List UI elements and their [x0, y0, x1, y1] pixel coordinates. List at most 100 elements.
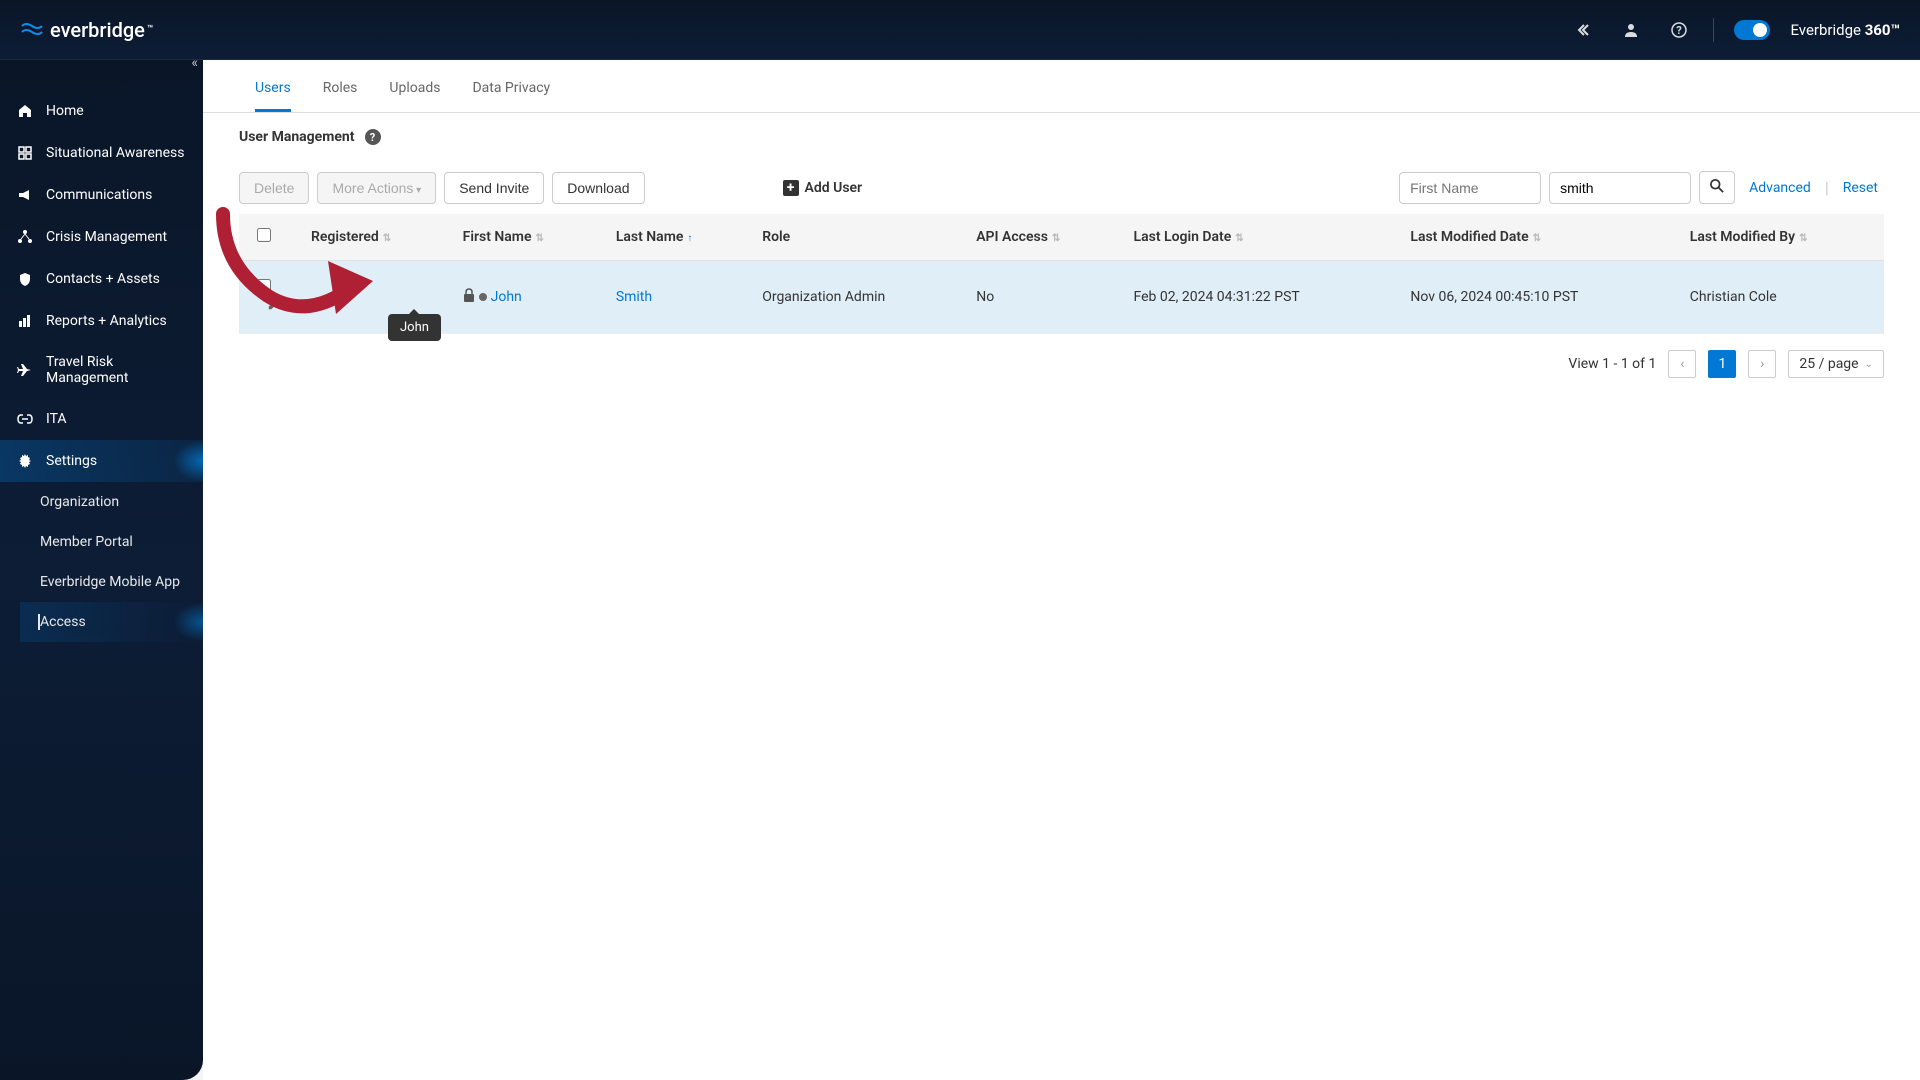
shield-icon: [16, 270, 34, 288]
help-icon[interactable]: ?: [1665, 16, 1693, 44]
sidebar-collapse-icon[interactable]: «: [191, 60, 198, 71]
sidebar-subitem-organization[interactable]: Organization: [20, 482, 203, 522]
sort-icon: ⇅: [1235, 233, 1243, 244]
header-role[interactable]: Role: [750, 214, 964, 261]
row-checkbox[interactable]: [257, 279, 271, 293]
sidebar-item-label: Situational Awareness: [46, 145, 185, 161]
sort-icon: ⇅: [1052, 233, 1060, 244]
header-divider: [1713, 18, 1714, 42]
users-table: Registered⇅ First Name⇅ Last Name↑ Role …: [239, 214, 1884, 334]
cell-last-modified-date: Nov 06, 2024 00:45:10 PST: [1398, 261, 1677, 334]
edit-icon[interactable]: [267, 299, 281, 315]
sidebar-item-label: Reports + Analytics: [46, 313, 167, 329]
more-actions-button[interactable]: More Actions: [317, 172, 436, 204]
sidebar-item-home[interactable]: Home: [0, 90, 203, 132]
main-content: Users Roles Uploads Data Privacy User Ma…: [203, 60, 1920, 1080]
header-api-access[interactable]: API Access⇅: [964, 214, 1121, 261]
sidebar-item-reports-analytics[interactable]: Reports + Analytics: [0, 300, 203, 342]
sidebar-item-label: Settings: [46, 453, 97, 469]
add-user-button[interactable]: + Add User: [783, 180, 863, 196]
prev-page-button[interactable]: ‹: [1668, 350, 1696, 378]
help-icon[interactable]: ?: [365, 129, 381, 145]
sidebar-subitem-access[interactable]: Access: [20, 602, 203, 642]
cell-last-name: Smith: [604, 261, 750, 334]
cell-last-login: Feb 02, 2024 04:31:22 PST: [1122, 261, 1399, 334]
download-button[interactable]: Download: [552, 172, 644, 204]
sort-icon: ↑: [687, 233, 692, 244]
chevron-down-icon: ⌄: [1865, 359, 1873, 370]
user-icon[interactable]: [1617, 16, 1645, 44]
search-icon: [1710, 179, 1724, 193]
chart-icon: [16, 312, 34, 330]
table-row[interactable]: John Smith Organization Admin No Feb 02,…: [239, 261, 1884, 334]
link-icon: [16, 410, 34, 428]
tab-users[interactable]: Users: [239, 60, 307, 112]
last-name-input[interactable]: [1549, 172, 1691, 204]
header: everbridge ™ ? Everbridge 360™: [0, 0, 1920, 60]
logo[interactable]: everbridge ™: [20, 18, 153, 42]
status-dot-icon: [479, 293, 487, 301]
sidebar: « Home Situational Awareness Communicati…: [0, 60, 203, 1080]
sidebar-item-label: ITA: [46, 411, 67, 427]
dashboard-icon: [16, 144, 34, 162]
header-first-name[interactable]: First Name⇅: [451, 214, 604, 261]
tab-data-privacy[interactable]: Data Privacy: [456, 60, 566, 112]
header-right: ? Everbridge 360™: [1569, 16, 1900, 44]
sidebar-item-label: Crisis Management: [46, 229, 167, 245]
cell-last-modified-by: Christian Cole: [1678, 261, 1884, 334]
sort-icon: ⇅: [1533, 233, 1541, 244]
plus-icon: +: [783, 180, 799, 196]
page-1-button[interactable]: 1: [1708, 350, 1736, 378]
search-button[interactable]: [1699, 171, 1735, 204]
page-size-select[interactable]: 25 / page ⌄: [1788, 350, 1884, 378]
tab-uploads[interactable]: Uploads: [373, 60, 456, 112]
tooltip: John: [388, 314, 441, 341]
cell-api-access: No: [964, 261, 1121, 334]
pagination: View 1 - 1 of 1 ‹ 1 › 25 / page ⌄: [203, 334, 1920, 394]
sidebar-item-crisis-management[interactable]: Crisis Management: [0, 216, 203, 258]
megaphone-icon: [16, 186, 34, 204]
sidebar-item-contacts-assets[interactable]: Contacts + Assets: [0, 258, 203, 300]
view-count-text: View 1 - 1 of 1: [1568, 356, 1656, 372]
delete-button[interactable]: Delete: [239, 172, 309, 204]
toggle-switch[interactable]: [1734, 20, 1770, 40]
header-last-modified-date[interactable]: Last Modified Date⇅: [1398, 214, 1677, 261]
last-name-link[interactable]: Smith: [616, 289, 652, 305]
table-wrap: Registered⇅ First Name⇅ Last Name↑ Role …: [203, 214, 1920, 334]
sidebar-item-travel-risk[interactable]: Travel Risk Management: [0, 342, 203, 398]
sidebar-item-situational-awareness[interactable]: Situational Awareness: [0, 132, 203, 174]
cell-first-name: John: [451, 261, 604, 334]
sidebar-subitem-label: Member Portal: [40, 534, 133, 550]
network-icon: [16, 228, 34, 246]
send-invite-button[interactable]: Send Invite: [444, 172, 544, 204]
header-registered[interactable]: Registered⇅: [299, 214, 451, 261]
sidebar-subitem-member-portal[interactable]: Member Portal: [20, 522, 203, 562]
sidebar-item-ita[interactable]: ITA: [0, 398, 203, 440]
header-last-modified-by[interactable]: Last Modified By⇅: [1678, 214, 1884, 261]
header-last-name[interactable]: Last Name↑: [604, 214, 750, 261]
sidebar-item-label: Contacts + Assets: [46, 271, 160, 287]
first-name-link[interactable]: John: [491, 289, 522, 305]
sidebar-subitem-label: Access: [40, 614, 86, 630]
cell-role: Organization Admin: [750, 261, 964, 334]
reset-link[interactable]: Reset: [1837, 180, 1884, 196]
tab-roles[interactable]: Roles: [307, 60, 374, 112]
logo-text: everbridge: [50, 18, 145, 42]
advanced-link[interactable]: Advanced: [1743, 180, 1817, 196]
sidebar-subitem-label: Organization: [40, 494, 119, 510]
first-name-input[interactable]: [1399, 172, 1541, 204]
sidebar-item-communications[interactable]: Communications: [0, 174, 203, 216]
header-checkbox[interactable]: [239, 214, 299, 261]
sort-icon: ⇅: [1799, 233, 1807, 244]
sort-icon: ⇅: [383, 233, 391, 244]
sidebar-subitem-label: Everbridge Mobile App: [40, 574, 180, 590]
lock-icon: [463, 288, 475, 306]
toolbar: Delete More Actions Send Invite Download…: [203, 161, 1920, 214]
sidebar-subitem-mobile-app[interactable]: Everbridge Mobile App: [20, 562, 203, 602]
gear-icon: [16, 452, 34, 470]
next-page-button[interactable]: ›: [1748, 350, 1776, 378]
sidebar-item-settings[interactable]: Settings: [0, 440, 203, 482]
sort-icon: ⇅: [536, 233, 544, 244]
collapse-panel-icon[interactable]: [1569, 16, 1597, 44]
header-last-login[interactable]: Last Login Date⇅: [1122, 214, 1399, 261]
